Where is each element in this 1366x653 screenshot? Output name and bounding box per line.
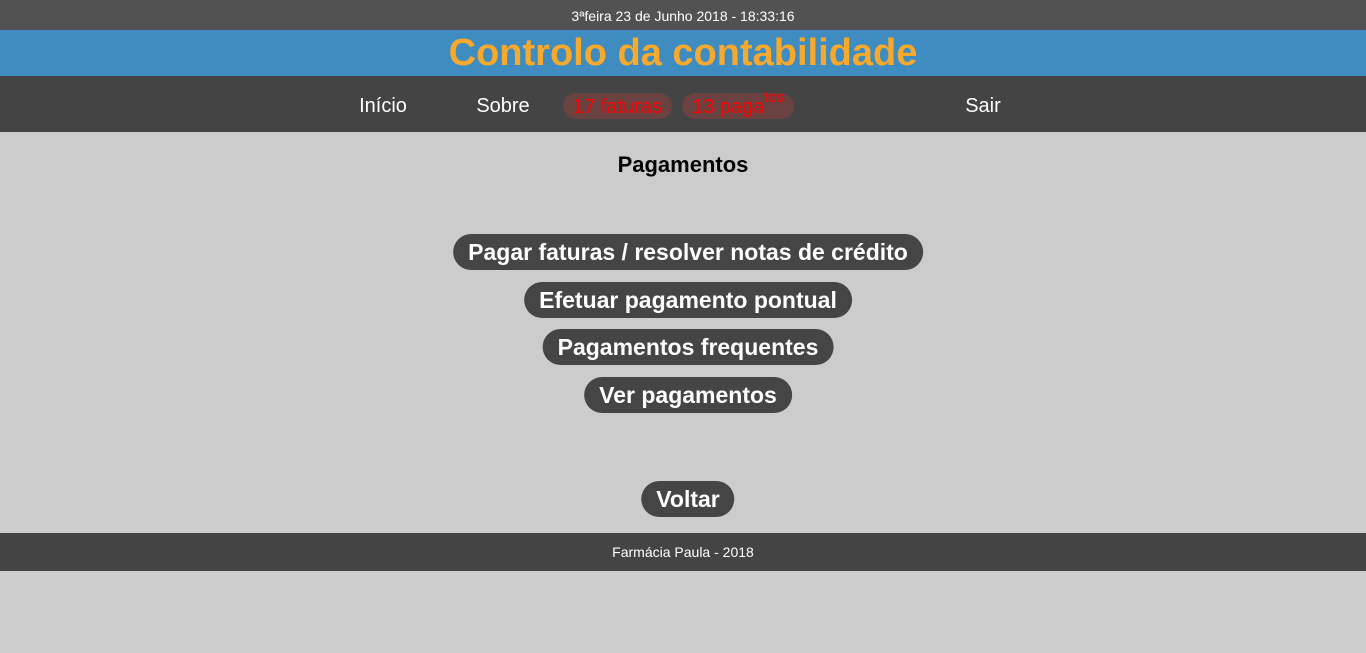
- current-datetime: 3ªfeira 23 de Junho 2018 - 18:33:16: [571, 8, 795, 24]
- faturas-count-badge[interactable]: 17 faturas: [563, 93, 672, 119]
- footer-text: Farmácia Paula - 2018: [612, 544, 754, 560]
- ver-pagamentos-button[interactable]: Ver pagamentos: [584, 377, 792, 413]
- pagar-faturas-button[interactable]: Pagar faturas / resolver notas de crédit…: [453, 234, 923, 270]
- footer: Farmácia Paula - 2018: [0, 533, 1366, 571]
- pagamentos-badge-text: 13 paga: [692, 96, 765, 118]
- main-content: Pagamentos Pagar faturas / resolver nota…: [0, 132, 1366, 533]
- nav-bar: Início Sobre 17 faturas 13 pagatos Sair: [0, 76, 1366, 132]
- date-time-bar: 3ªfeira 23 de Junho 2018 - 18:33:16: [0, 0, 1366, 30]
- pagamento-pontual-button[interactable]: Efetuar pagamento pontual: [524, 282, 852, 318]
- pagamentos-count-badge[interactable]: 13 pagatos: [682, 90, 795, 119]
- pagamentos-frequentes-button[interactable]: Pagamentos frequentes: [542, 329, 834, 365]
- nav-sair-link[interactable]: Sair: [965, 76, 1001, 132]
- voltar-button[interactable]: Voltar: [641, 481, 735, 517]
- nav-sobre-link[interactable]: Sobre: [476, 76, 529, 132]
- section-title: Pagamentos: [617, 152, 749, 177]
- title-bar: Controlo da contabilidade: [0, 30, 1366, 76]
- nav-inicio-link[interactable]: Início: [359, 76, 407, 132]
- pagamentos-badge-superscript: tos: [764, 89, 785, 107]
- page-title: Controlo da contabilidade: [448, 32, 918, 74]
